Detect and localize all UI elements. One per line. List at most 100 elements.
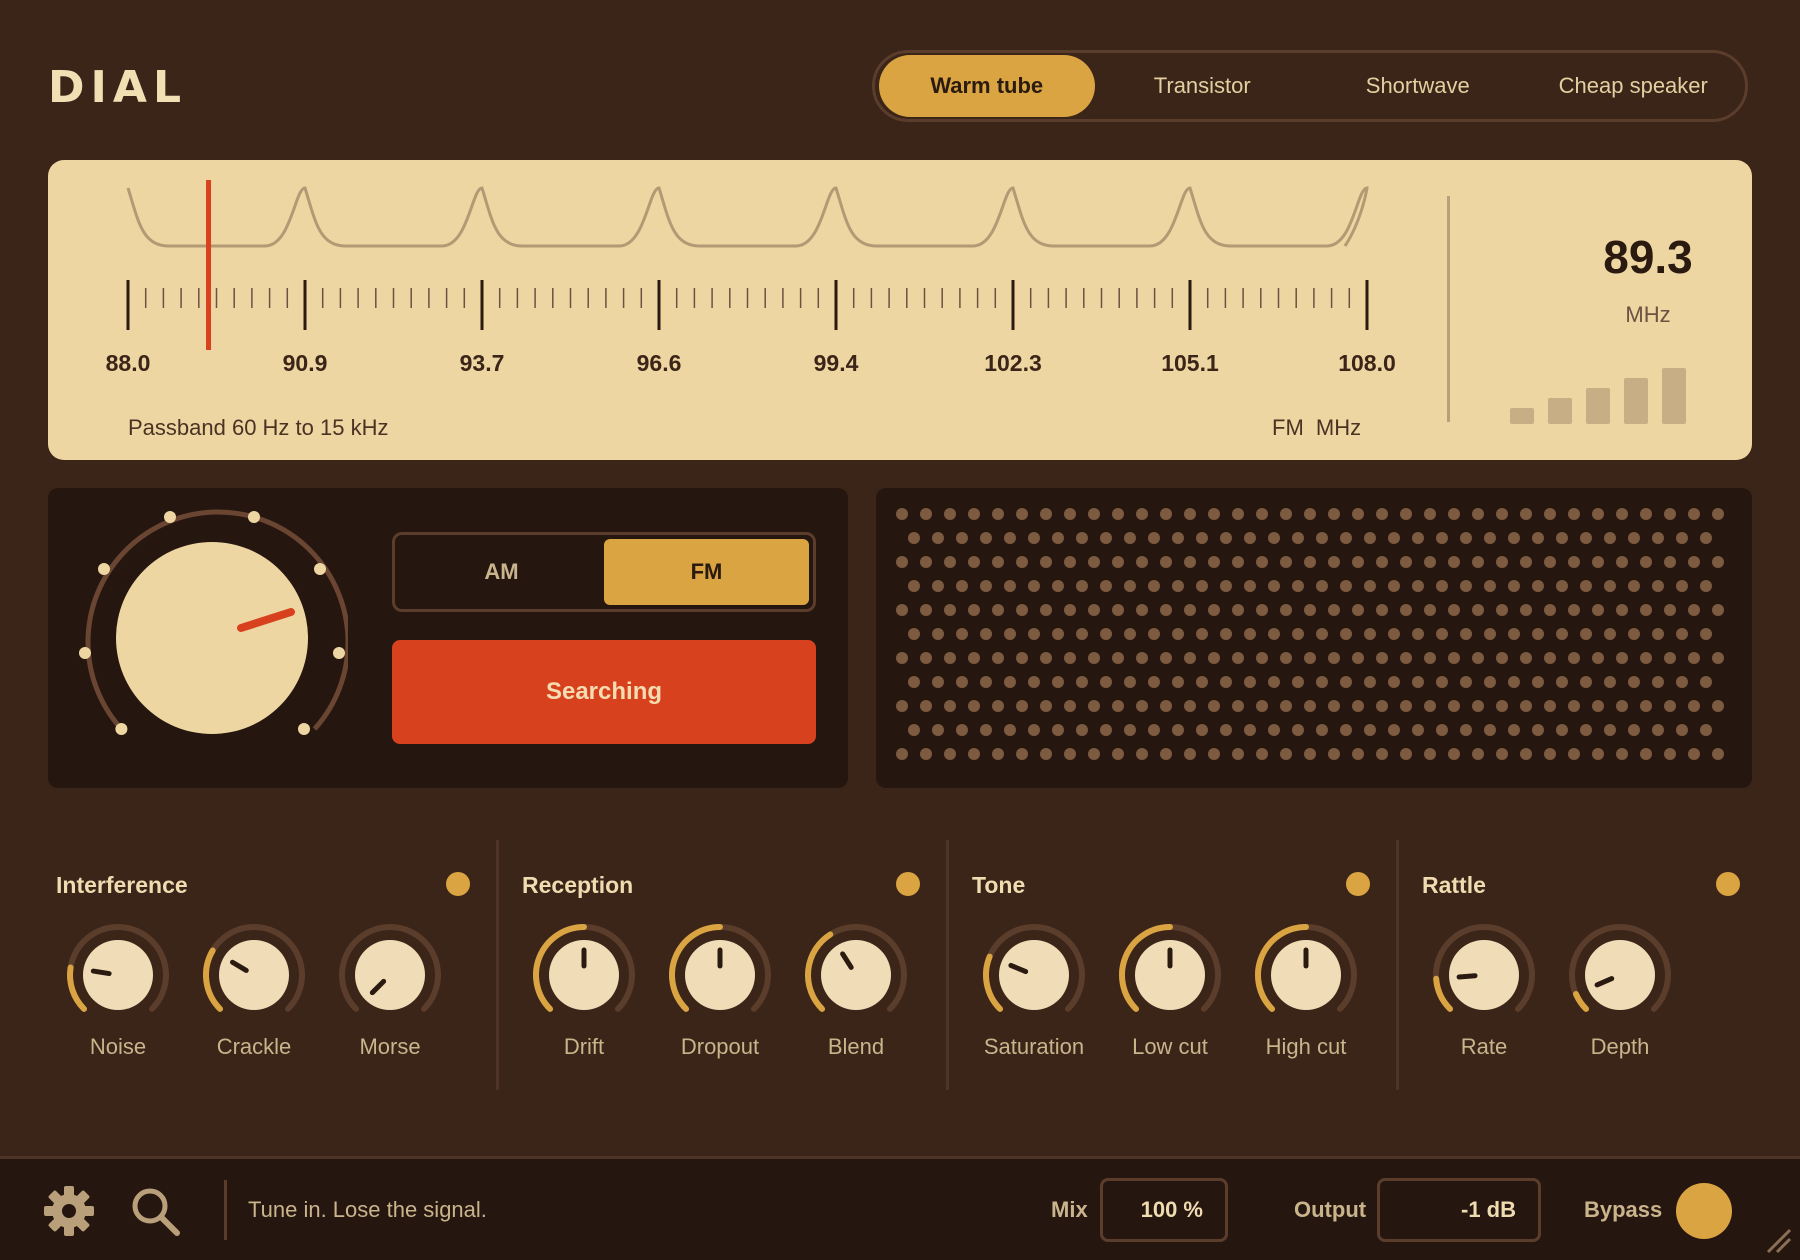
grille-hole — [1472, 748, 1484, 760]
grille-hole — [1652, 580, 1664, 592]
grille-hole — [1232, 508, 1244, 520]
grille-hole — [1484, 532, 1496, 544]
grille-hole — [1520, 604, 1532, 616]
knob-face — [219, 940, 289, 1010]
grille-hole — [956, 628, 968, 640]
grille-hole — [956, 580, 968, 592]
grille-hole — [1184, 508, 1196, 520]
bypass-button[interactable] — [1676, 1183, 1732, 1239]
grille-hole — [1004, 532, 1016, 544]
grille-hole — [1616, 748, 1628, 760]
grille-hole — [1148, 580, 1160, 592]
mix-value-field[interactable]: 100 % — [1100, 1178, 1228, 1242]
grille-hole — [1160, 508, 1172, 520]
grille-hole — [1088, 700, 1100, 712]
speaker-grille — [876, 488, 1752, 788]
grille-hole — [1472, 508, 1484, 520]
grille-hole — [1304, 748, 1316, 760]
grille-hole — [1088, 508, 1100, 520]
preset-transistor[interactable]: Transistor — [1095, 55, 1311, 117]
grille-hole — [992, 748, 1004, 760]
knob-label-noise: Noise — [89, 1034, 147, 1059]
knob-noise[interactable] — [63, 920, 173, 1030]
band-am-button[interactable]: AM — [399, 539, 604, 605]
knob-drift[interactable] — [529, 920, 639, 1030]
section-enable-tone[interactable] — [1346, 872, 1370, 896]
knob-rate[interactable] — [1429, 920, 1539, 1030]
knob-face — [83, 940, 153, 1010]
grille-hole — [1040, 604, 1052, 616]
knob-dropout[interactable] — [665, 920, 775, 1030]
grille-hole — [1172, 724, 1184, 736]
knob-crackle[interactable] — [199, 920, 309, 1030]
grille-hole — [1280, 556, 1292, 568]
section-enable-reception[interactable] — [896, 872, 920, 896]
knob-depth[interactable] — [1565, 920, 1675, 1030]
knob-value-arc — [67, 964, 88, 1012]
grille-hole — [1172, 676, 1184, 688]
grille-hole — [896, 652, 908, 664]
grille-hole — [1148, 676, 1160, 688]
grille-hole — [968, 652, 980, 664]
grille-hole — [1388, 628, 1400, 640]
grille-hole — [1064, 508, 1076, 520]
grille-hole — [1208, 700, 1220, 712]
knob-blend[interactable] — [801, 920, 911, 1030]
grille-hole — [1544, 604, 1556, 616]
grille-hole — [1496, 556, 1508, 568]
grille-hole — [1508, 580, 1520, 592]
section-enable-rattle[interactable] — [1716, 872, 1740, 896]
grille-hole — [1280, 604, 1292, 616]
section-enable-interference[interactable] — [446, 872, 470, 896]
grille-hole — [1268, 724, 1280, 736]
grille-hole — [1100, 676, 1112, 688]
preset-shortwave[interactable]: Shortwave — [1310, 55, 1526, 117]
search-icon[interactable] — [128, 1184, 182, 1238]
output-value-field[interactable]: -1 dB — [1377, 1178, 1541, 1242]
band-fm-button[interactable]: FM — [604, 539, 809, 605]
knob-low-cut[interactable] — [1115, 920, 1225, 1030]
grille-hole — [1088, 604, 1100, 616]
preset-warm-tube[interactable]: Warm tube — [879, 55, 1095, 117]
grille-hole — [1460, 532, 1472, 544]
grille-hole — [1628, 676, 1640, 688]
grille-hole — [1352, 652, 1364, 664]
search-station-button[interactable]: Searching — [392, 640, 816, 744]
knob-saturation[interactable] — [979, 920, 1089, 1030]
grille-hole — [1376, 748, 1388, 760]
grille-hole — [1292, 628, 1304, 640]
grille-hole — [980, 580, 992, 592]
grille-hole — [1268, 676, 1280, 688]
grille-hole — [1604, 676, 1616, 688]
grille-hole — [968, 556, 980, 568]
resize-grip-icon[interactable] — [1764, 1226, 1792, 1254]
grille-hole — [944, 556, 956, 568]
frequency-scale-panel[interactable]: 88.0 90.9 93.7 96.6 99.4 102.3 105.1 108… — [48, 160, 1752, 460]
grille-hole — [1592, 604, 1604, 616]
grille-hole — [1568, 748, 1580, 760]
knob-face — [821, 940, 891, 1010]
grille-hole — [1280, 748, 1292, 760]
knob-high-cut[interactable] — [1251, 920, 1361, 1030]
grille-hole — [1328, 748, 1340, 760]
grille-hole — [1196, 724, 1208, 736]
grille-hole — [1508, 676, 1520, 688]
knob-morse[interactable] — [335, 920, 445, 1030]
preset-cheap-speaker[interactable]: Cheap speaker — [1526, 55, 1742, 117]
section-divider — [946, 840, 949, 1090]
tuning-knob[interactable] — [48, 488, 348, 788]
grille-hole — [1328, 508, 1340, 520]
app-logo: DIAL — [48, 62, 187, 113]
grille-hole — [1160, 556, 1172, 568]
grille-hole — [956, 532, 968, 544]
grille-hole — [1232, 748, 1244, 760]
grille-hole — [1460, 628, 1472, 640]
grille-hole — [1580, 580, 1592, 592]
gear-icon[interactable] — [42, 1184, 96, 1238]
grille-hole — [1100, 724, 1112, 736]
grille-hole — [1040, 508, 1052, 520]
scale-tick-label: 105.1 — [1161, 350, 1219, 376]
grille-hole — [1052, 580, 1064, 592]
grille-hole — [1628, 628, 1640, 640]
grille-hole — [1556, 532, 1568, 544]
